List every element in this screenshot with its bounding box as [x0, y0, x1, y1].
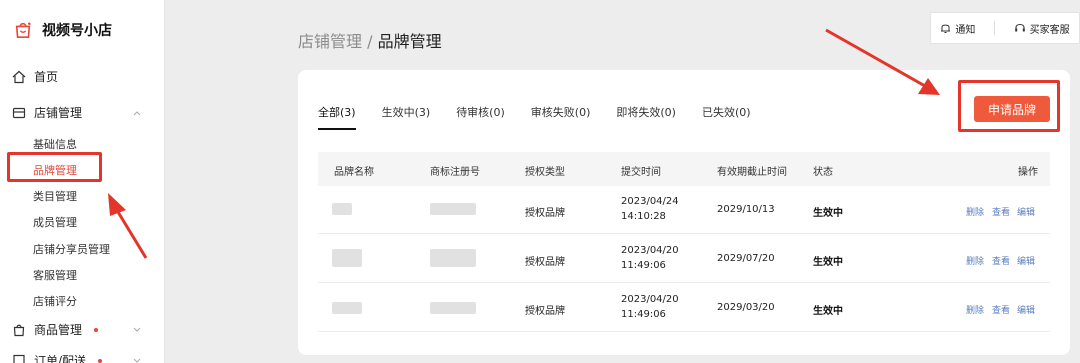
- view-link[interactable]: 查看: [992, 205, 1010, 218]
- buyer-service-button[interactable]: 买家客服: [1014, 21, 1070, 36]
- store-icon: [12, 107, 26, 118]
- tab-active[interactable]: 生效中(3): [382, 104, 431, 130]
- order-icon: [13, 354, 25, 363]
- authorization-type: 授权品牌: [525, 257, 565, 268]
- sidebar-subitem-basic-info[interactable]: 基础信息: [33, 136, 77, 152]
- bag-icon: [13, 324, 25, 336]
- expiry-date: 2029/03/20: [717, 302, 775, 313]
- sidebar-subitem-store-rating[interactable]: 店铺评分: [33, 293, 77, 309]
- sidebar-item-home[interactable]: 首页: [12, 68, 58, 85]
- new-badge-dot: [98, 358, 103, 363]
- table-row: 授权品牌 2023/04/20 11:49:06 2029/03/20 生效中 …: [318, 284, 1050, 332]
- sidebar-item-label: 首页: [34, 70, 59, 84]
- brand: 视频号小店: [14, 20, 112, 40]
- submit-time: 14:10:28: [621, 211, 666, 222]
- submit-date: 2023/04/20: [621, 245, 679, 256]
- delete-link[interactable]: 删除: [966, 254, 984, 267]
- column-header: 提交时间: [621, 167, 661, 178]
- blurred-trademark-number: [430, 249, 476, 267]
- shop-bag-icon: [15, 22, 31, 39]
- submit-time: 11:49:06: [621, 309, 666, 320]
- breadcrumb: 店铺管理 / 品牌管理: [298, 28, 442, 52]
- tab-all[interactable]: 全部(3): [318, 104, 356, 130]
- column-header: 授权类型: [525, 167, 565, 178]
- breadcrumb-parent[interactable]: 店铺管理: [298, 32, 362, 51]
- sidebar-subitem-category-management[interactable]: 类目管理: [33, 188, 77, 204]
- sidebar-item-label: 订单/配送: [34, 354, 87, 363]
- tab-rejected[interactable]: 审核失败(0): [531, 104, 591, 130]
- view-link[interactable]: 查看: [992, 254, 1010, 267]
- home-icon: [12, 70, 26, 83]
- brand-title: 视频号小店: [42, 23, 112, 39]
- status-label: 生效中: [813, 208, 843, 219]
- submit-date: 2023/04/24: [621, 196, 679, 207]
- new-badge-dot: [94, 327, 99, 332]
- sidebar-item-orders[interactable]: 订单/配送: [12, 352, 103, 363]
- blurred-brand-name: [332, 203, 352, 215]
- sidebar-subitem-member-management[interactable]: 成员管理: [33, 214, 77, 230]
- notify-label: 通知: [955, 24, 976, 36]
- chevron-down-icon[interactable]: [132, 355, 142, 363]
- edit-link[interactable]: 编辑: [1017, 205, 1035, 218]
- sidebar-item-label: 商品管理: [34, 323, 83, 337]
- chevron-up-icon[interactable]: [132, 108, 142, 118]
- annotation-highlight-brand-menu: [7, 152, 102, 182]
- edit-link[interactable]: 编辑: [1017, 303, 1035, 316]
- table-header: 品牌名称 商标注册号 授权类型 提交时间 有效期截止时间 状态 操作: [318, 152, 1050, 186]
- headset-icon: [1014, 23, 1025, 32]
- table-row: 授权品牌 2023/04/20 11:49:06 2029/07/20 生效中 …: [318, 235, 1050, 283]
- blurred-brand-name: [332, 249, 362, 267]
- submit-date: 2023/04/20: [621, 294, 679, 305]
- status-label: 生效中: [813, 306, 843, 317]
- status-label: 生效中: [813, 257, 843, 268]
- column-header: 有效期截止时间: [717, 167, 787, 178]
- delete-link[interactable]: 删除: [966, 303, 984, 316]
- blurred-brand-name: [332, 302, 362, 314]
- authorization-type: 授权品牌: [525, 208, 565, 219]
- status-tabs: 全部(3) 生效中(3) 待审核(0) 审核失败(0) 即将失效(0) 已失效(…: [318, 104, 777, 130]
- top-toolbar: 通知 买家客服: [930, 12, 1080, 44]
- edit-link[interactable]: 编辑: [1017, 254, 1035, 267]
- sidebar-item-store-management[interactable]: 店铺管理: [12, 104, 82, 121]
- sidebar: 视频号小店 首页 店铺管理 基础信息 品牌管理 类目管理 成员管理 店铺分享员管…: [0, 0, 165, 363]
- bell-icon: [941, 24, 951, 33]
- sidebar-item-label: 店铺管理: [34, 106, 83, 120]
- blurred-trademark-number: [430, 203, 476, 215]
- breadcrumb-separator: /: [367, 32, 373, 51]
- expiry-date: 2029/10/13: [717, 204, 775, 215]
- sidebar-subitem-sharer-management[interactable]: 店铺分享员管理: [33, 241, 110, 257]
- authorization-type: 授权品牌: [525, 306, 565, 317]
- column-header: 商标注册号: [430, 167, 480, 178]
- buyer-service-label: 买家客服: [1029, 24, 1070, 36]
- column-header: 状态: [813, 167, 833, 178]
- blurred-trademark-number: [430, 302, 476, 314]
- table-row: 授权品牌 2023/04/24 14:10:28 2029/10/13 生效中 …: [318, 186, 1050, 234]
- view-link[interactable]: 查看: [992, 303, 1010, 316]
- sidebar-subitem-customer-service[interactable]: 客服管理: [33, 267, 77, 283]
- tab-pending[interactable]: 待审核(0): [456, 104, 505, 130]
- tab-expiring[interactable]: 即将失效(0): [616, 104, 676, 130]
- column-header: 操作: [1018, 167, 1038, 178]
- brand-list-card: 全部(3) 生效中(3) 待审核(0) 审核失败(0) 即将失效(0) 已失效(…: [298, 70, 1070, 355]
- page-title: 品牌管理: [377, 32, 442, 51]
- column-header: 品牌名称: [334, 167, 374, 178]
- divider: [993, 21, 995, 35]
- chevron-down-icon[interactable]: [132, 324, 142, 334]
- tab-expired[interactable]: 已失效(0): [702, 104, 751, 130]
- apply-brand-button[interactable]: 申请品牌: [974, 96, 1050, 122]
- submit-time: 11:49:06: [621, 260, 666, 271]
- delete-link[interactable]: 删除: [966, 205, 984, 218]
- notify-button[interactable]: 通知: [940, 21, 975, 36]
- sidebar-item-goods-management[interactable]: 商品管理: [12, 321, 99, 338]
- expiry-date: 2029/07/20: [717, 253, 775, 264]
